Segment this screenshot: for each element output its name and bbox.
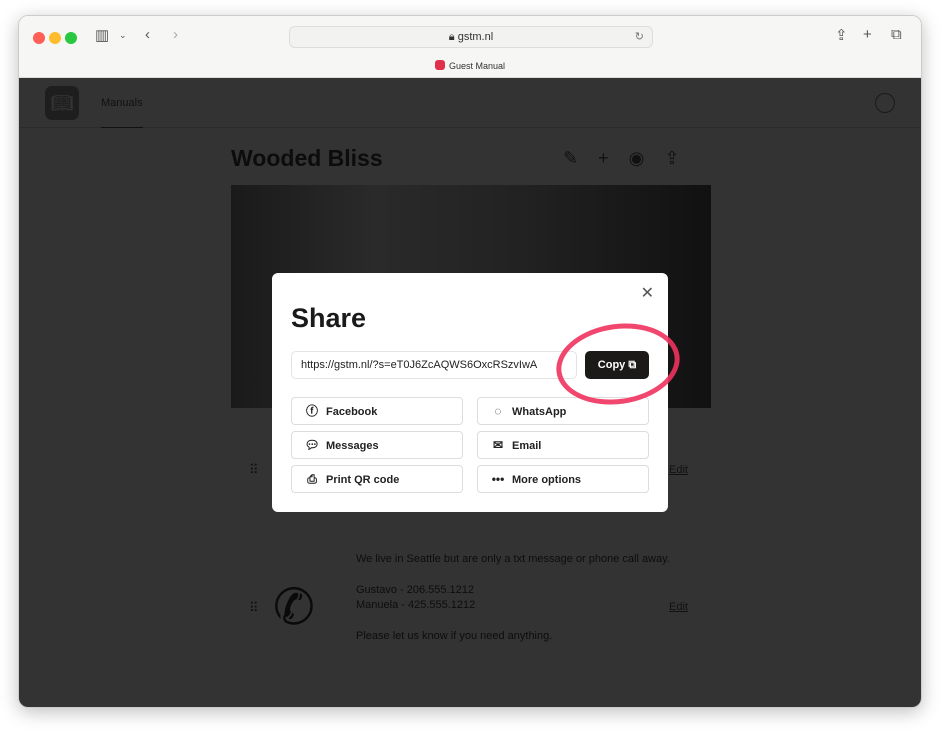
- new-tab-icon[interactable]: +: [863, 26, 872, 43]
- user-avatar-icon[interactable]: [875, 93, 895, 113]
- book-logo-icon[interactable]: 📖︎: [45, 86, 79, 120]
- back-icon[interactable]: ‹: [145, 26, 150, 43]
- more-options-button[interactable]: ••• More options: [477, 465, 649, 493]
- browser-tab[interactable]: Guest Manual: [19, 60, 921, 71]
- tabs-overview-icon[interactable]: ⧉: [891, 26, 902, 43]
- url-text: gstm.nl: [457, 31, 494, 43]
- share-messages-button[interactable]: 💬︎ Messages: [291, 431, 463, 459]
- manual-title: Wooded Bliss: [231, 145, 383, 171]
- browser-toolbar: ▥ ⌄ ‹ › 🔒︎ gstm.nl ↻ ⇪ + ⧉ Guest Manual: [19, 16, 921, 78]
- drag-handle-icon[interactable]: ⠿: [249, 600, 258, 616]
- chevron-down-icon[interactable]: ⌄: [119, 30, 127, 41]
- reload-icon[interactable]: ↻: [635, 27, 644, 47]
- lock-icon: 🔒︎: [448, 31, 458, 43]
- print-qr-button[interactable]: ⎙ Print QR code: [291, 465, 463, 493]
- edit-link[interactable]: Edit: [669, 464, 688, 476]
- text-line: Gustavo - 206.555.1212: [356, 583, 475, 596]
- label: Email: [512, 440, 542, 452]
- drag-handle-icon[interactable]: ⠿: [249, 462, 258, 478]
- share-icon[interactable]: ⇪: [664, 148, 679, 169]
- label: Facebook: [326, 406, 378, 418]
- manual-toolbar: ✎ + ◉ ⇪: [563, 148, 679, 169]
- sidebar-icon[interactable]: ▥: [95, 26, 109, 44]
- close-icon[interactable]: ✕: [641, 283, 654, 303]
- email-icon: ✉: [492, 438, 504, 452]
- address-bar[interactable]: 🔒︎ gstm.nl ↻: [289, 26, 653, 48]
- zoom-window-button[interactable]: [65, 32, 77, 44]
- share-email-button[interactable]: ✉ Email: [477, 431, 649, 459]
- text-line: Manuela - 425.555.1212: [356, 599, 476, 611]
- share-link-field[interactable]: https://gstm.nl/?s=eT0J6ZcAQWS6OxcRSzvIw…: [291, 351, 577, 379]
- more-icon: •••: [491, 472, 505, 486]
- facebook-icon: ⓕ: [305, 404, 318, 418]
- edit-pencil-icon[interactable]: ✎: [563, 148, 578, 169]
- label: Print QR code: [326, 474, 400, 486]
- tab-title: Guest Manual: [448, 61, 506, 71]
- messages-icon: 💬︎: [304, 438, 320, 452]
- share-icon[interactable]: ⇪: [835, 26, 848, 44]
- contact-text: We live in Seattle but are only a txt me…: [356, 552, 676, 644]
- top-nav: 📖︎ Manuals: [19, 78, 921, 128]
- share-facebook-button[interactable]: ⓕ Facebook: [291, 397, 463, 425]
- minimize-window-button[interactable]: [49, 32, 61, 44]
- text-line: We live in Seattle but are only a txt me…: [356, 553, 670, 565]
- whatsapp-icon: ◌: [494, 404, 502, 418]
- dialog-title: Share: [291, 303, 367, 333]
- nav-item-manuals[interactable]: Manuals: [101, 78, 143, 128]
- label: Messages: [326, 440, 379, 452]
- favicon-icon: [434, 60, 445, 70]
- label: WhatsApp: [512, 406, 567, 418]
- close-window-button[interactable]: [33, 32, 45, 44]
- label: More options: [512, 474, 582, 486]
- text-line: Please let us know if you need anything.: [356, 629, 553, 642]
- phone-icon: ✆: [273, 579, 315, 635]
- forward-icon[interactable]: ›: [173, 26, 178, 43]
- preview-eye-icon[interactable]: ◉: [629, 148, 645, 169]
- printer-icon: ⎙: [307, 472, 317, 486]
- add-icon[interactable]: +: [598, 148, 609, 169]
